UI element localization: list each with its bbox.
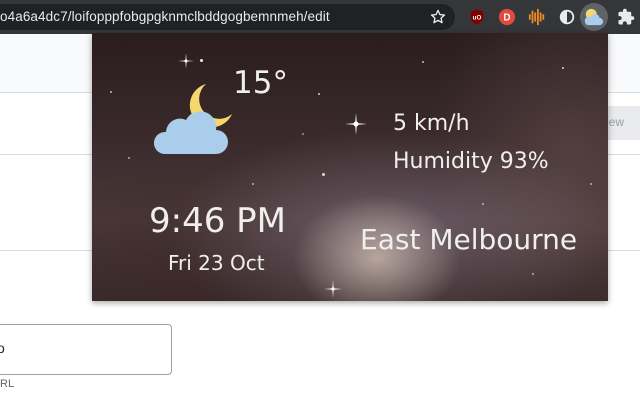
address-bar-url[interactable]: o4a6a4dc7/loifopppfobgpgknmclbddgogbemnm…	[0, 9, 330, 24]
star	[128, 157, 130, 159]
bright-star-icon	[345, 113, 367, 135]
weather-extension-icon	[584, 8, 604, 26]
current-date: Fri 23 Oct	[168, 251, 265, 275]
contrast-icon[interactable]	[558, 8, 576, 26]
svg-text:D: D	[503, 13, 510, 24]
location-name: East Melbourne	[360, 223, 578, 256]
weather-extension-button[interactable]	[580, 3, 608, 31]
star	[302, 133, 304, 135]
star	[562, 67, 564, 69]
url-input-hint: RL	[0, 378, 15, 390]
star	[322, 173, 325, 176]
bright-star-icon	[178, 53, 194, 69]
wind-speed: 5 km/h	[393, 111, 470, 136]
url-input-value: o	[0, 340, 5, 356]
star	[422, 61, 424, 63]
star	[482, 203, 484, 205]
address-bar[interactable]: o4a6a4dc7/loifopppfobgpgknmclbddgogbemnm…	[0, 4, 455, 30]
star	[318, 93, 320, 95]
night-cloudy-icon	[154, 84, 232, 154]
puzzle-icon[interactable]	[617, 8, 635, 26]
star	[252, 183, 254, 185]
star	[532, 273, 534, 275]
url-input[interactable]: o	[0, 324, 172, 375]
star	[110, 91, 112, 93]
weather-popup: 15° 5 km/h Humidity 93% 9:46 PM Fri 23 O…	[92, 33, 608, 301]
temperature: 15°	[233, 65, 288, 101]
star	[590, 183, 592, 185]
ublock-icon[interactable]: uO	[468, 8, 486, 26]
star-icon[interactable]	[429, 8, 447, 26]
d-extension-icon[interactable]: D	[498, 8, 516, 26]
browser-toolbar: o4a6a4dc7/loifopppfobgpgknmclbddgogbemnm…	[0, 0, 640, 40]
star	[200, 59, 203, 62]
humidity: Humidity 93%	[393, 149, 549, 174]
current-time: 9:46 PM	[149, 201, 286, 241]
audio-wave-icon[interactable]	[528, 8, 546, 26]
bright-star-icon	[324, 280, 342, 298]
svg-text:uO: uO	[473, 14, 482, 21]
preview-button-label: iew	[606, 115, 625, 129]
